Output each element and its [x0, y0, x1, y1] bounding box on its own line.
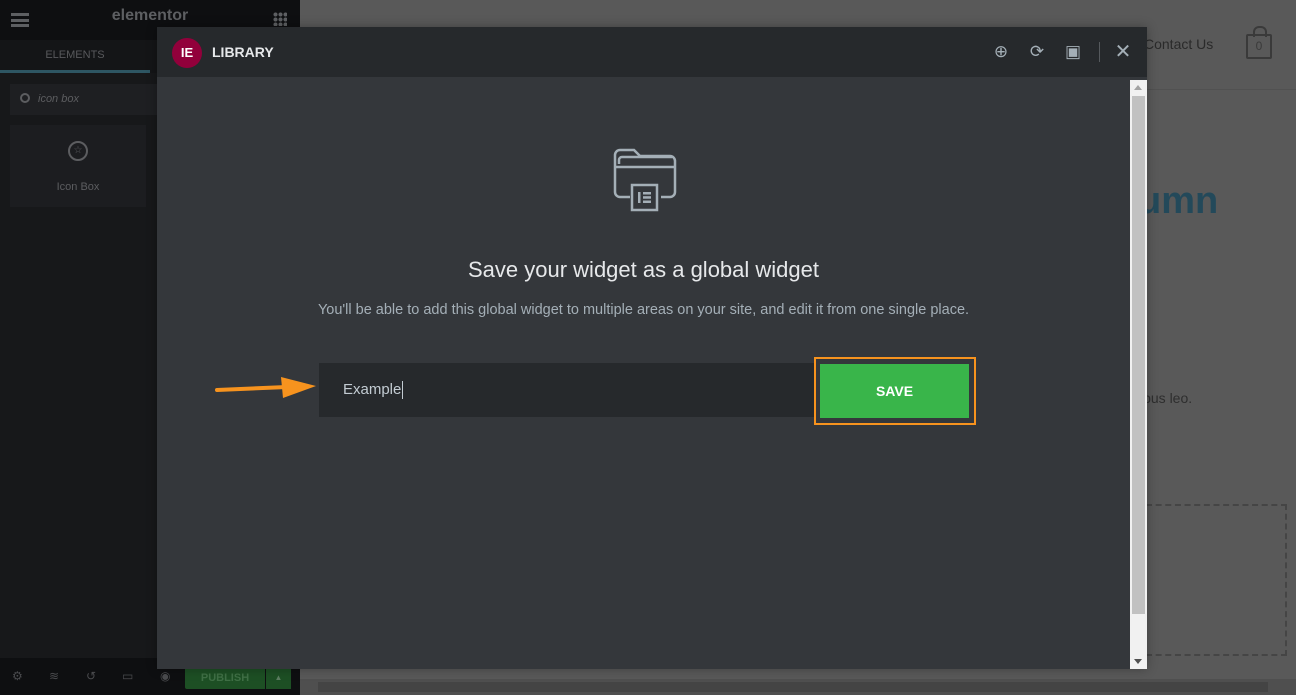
library-modal: IE LIBRARY ⊕ ⟳ ▣ ✕ Save your widget as a…: [157, 27, 1147, 669]
preview-eye-icon[interactable]: ◉: [160, 669, 170, 683]
horizontal-scrollbar-thumb[interactable]: [318, 682, 1268, 692]
elementor-logo: elementor: [111, 7, 189, 24]
upload-icon[interactable]: ⊕: [991, 42, 1011, 62]
page-paragraph: ibus leo.: [1140, 390, 1193, 406]
search-value: icon box: [38, 93, 79, 105]
modal-heading: Save your widget as a global widget: [468, 257, 819, 282]
settings-icon[interactable]: ⚙: [12, 669, 23, 683]
modal-scrollbar-thumb[interactable]: [1132, 96, 1145, 614]
search-icon: [20, 93, 30, 103]
widget-search-input[interactable]: icon box: [10, 84, 160, 115]
publish-options-button[interactable]: ▲: [266, 667, 291, 689]
widget-icon-box[interactable]: ☆ Icon Box: [10, 125, 146, 207]
divider: [1147, 89, 1296, 90]
close-icon[interactable]: ✕: [1113, 42, 1133, 62]
tab-elements[interactable]: ELEMENTS: [0, 40, 150, 73]
page-heading: umn: [1138, 180, 1219, 222]
global-widget-name-input[interactable]: Example: [319, 363, 815, 417]
responsive-icon[interactable]: ▭: [122, 669, 133, 683]
annotation-arrow-icon: [215, 377, 316, 398]
scroll-up-icon[interactable]: [1134, 85, 1142, 90]
save-template-icon[interactable]: ▣: [1063, 42, 1083, 62]
widget-label: Icon Box: [56, 181, 100, 193]
elementor-logo-icon: IE: [172, 38, 202, 68]
apps-grid-icon[interactable]: [273, 12, 287, 26]
layers-icon[interactable]: ≋: [49, 669, 59, 683]
text-caret: [402, 381, 404, 400]
scroll-down-icon[interactable]: [1134, 659, 1142, 664]
modal-header: IE LIBRARY ⊕ ⟳ ▣ ✕: [157, 27, 1147, 77]
publish-button[interactable]: PUBLISH: [185, 667, 265, 689]
modal-description: You'll be able to add this global widget…: [317, 302, 970, 318]
save-button[interactable]: SAVE: [820, 364, 969, 418]
header-divider: [1099, 42, 1100, 62]
modal-scrollbar[interactable]: [1130, 80, 1147, 669]
cart-icon[interactable]: 0: [1246, 26, 1272, 59]
modal-title: LIBRARY: [212, 44, 274, 60]
nav-contact-us[interactable]: Contact Us: [1144, 36, 1213, 52]
input-value: Example: [343, 381, 402, 398]
sync-icon[interactable]: ⟳: [1027, 42, 1047, 62]
folder-library-icon: [613, 148, 677, 212]
star-circle-icon: ☆: [68, 141, 88, 161]
empty-section-dropzone: [1146, 504, 1287, 656]
history-icon[interactable]: ↺: [86, 669, 96, 683]
